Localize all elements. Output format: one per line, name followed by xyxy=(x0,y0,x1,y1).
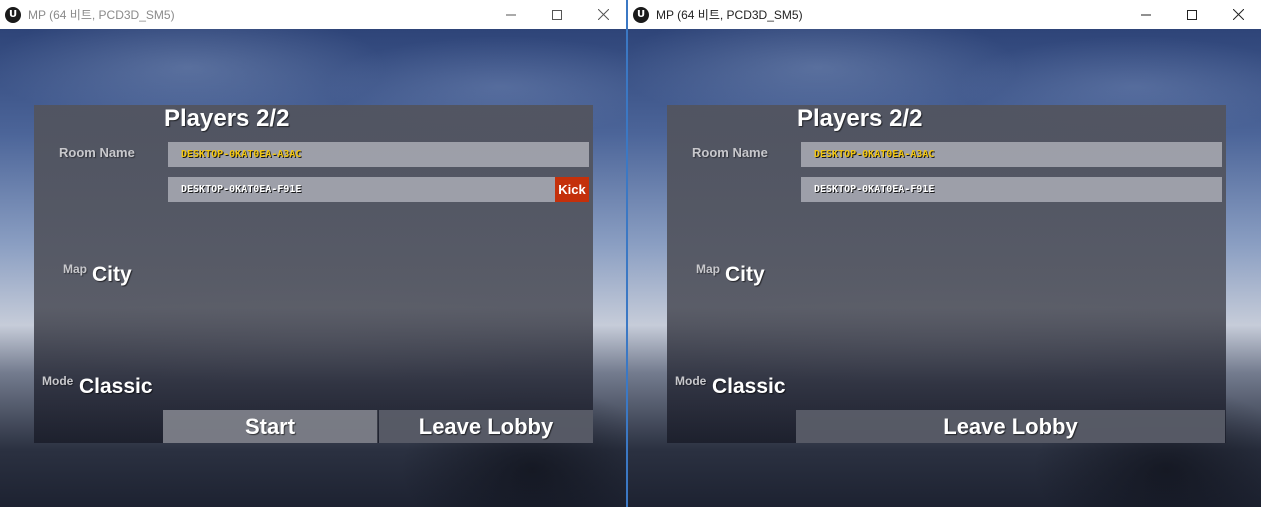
start-button[interactable]: Start xyxy=(163,410,378,443)
unreal-engine-logo-icon: U xyxy=(5,6,21,23)
host-player-name: DESKTOP-0KAT0EA-A3AC xyxy=(814,149,935,160)
close-icon xyxy=(597,9,609,20)
players-count-title: Players 2/2 xyxy=(164,105,290,132)
lobby-panel: Players 2/2 Room Name DESKTOP-0KAT0EA-A3… xyxy=(667,105,1226,443)
player-slot-host: DESKTOP-0KAT0EA-A3AC xyxy=(168,142,589,167)
mode-label: Mode xyxy=(42,374,74,388)
leave-lobby-button[interactable]: Leave Lobby xyxy=(796,410,1225,443)
leave-lobby-button[interactable]: Leave Lobby xyxy=(379,410,593,443)
host-player-name: DESKTOP-0KAT0EA-A3AC xyxy=(181,149,302,160)
lobby-panel: Players 2/2 Room Name DESKTOP-0KAT0EA-A3… xyxy=(34,105,593,443)
room-name-label: Room Name xyxy=(692,145,768,160)
kick-button[interactable]: Kick xyxy=(555,177,589,202)
room-name-label: Room Name xyxy=(59,145,135,160)
players-count-title: Players 2/2 xyxy=(797,105,923,132)
maximize-icon xyxy=(1187,9,1197,20)
maximize-button[interactable] xyxy=(534,0,580,29)
title-bar[interactable]: U MP (64 비트, PCD3D_SM5) xyxy=(0,0,626,29)
window-title: MP (64 비트, PCD3D_SM5) xyxy=(656,8,803,22)
map-value: City xyxy=(725,263,765,286)
game-window-client: U MP (64 비트, PCD3D_SM5) Players 2/2 Room… xyxy=(628,0,1261,507)
map-label: Map xyxy=(696,262,720,276)
guest-player-name: DESKTOP-0KAT0EA-F91E xyxy=(181,184,302,195)
map-label: Map xyxy=(63,262,87,276)
minimize-icon xyxy=(506,14,516,15)
close-icon xyxy=(1232,9,1244,20)
mode-value: Classic xyxy=(712,375,786,398)
game-viewport: Players 2/2 Room Name DESKTOP-0KAT0EA-A3… xyxy=(0,29,626,507)
close-button[interactable] xyxy=(1215,0,1261,29)
player-slot-host: DESKTOP-0KAT0EA-A3AC xyxy=(801,142,1222,167)
minimize-button[interactable] xyxy=(1123,0,1169,29)
unreal-engine-logo-icon: U xyxy=(633,6,649,23)
window-title: MP (64 비트, PCD3D_SM5) xyxy=(28,8,175,22)
player-slot-guest: DESKTOP-0KAT0EA-F91E Kick xyxy=(168,177,589,202)
guest-player-name: DESKTOP-0KAT0EA-F91E xyxy=(814,184,935,195)
mode-label: Mode xyxy=(675,374,707,388)
minimize-button[interactable] xyxy=(488,0,534,29)
player-slot-guest: DESKTOP-0KAT0EA-F91E xyxy=(801,177,1222,202)
game-viewport: Players 2/2 Room Name DESKTOP-0KAT0EA-A3… xyxy=(628,29,1261,507)
close-button[interactable] xyxy=(580,0,626,29)
game-window-host: U MP (64 비트, PCD3D_SM5) Players 2/2 Room… xyxy=(0,0,626,507)
maximize-icon xyxy=(552,9,562,20)
mode-value: Classic xyxy=(79,375,153,398)
title-bar[interactable]: U MP (64 비트, PCD3D_SM5) xyxy=(628,0,1261,29)
minimize-icon xyxy=(1141,14,1151,15)
maximize-button[interactable] xyxy=(1169,0,1215,29)
map-value: City xyxy=(92,263,132,286)
